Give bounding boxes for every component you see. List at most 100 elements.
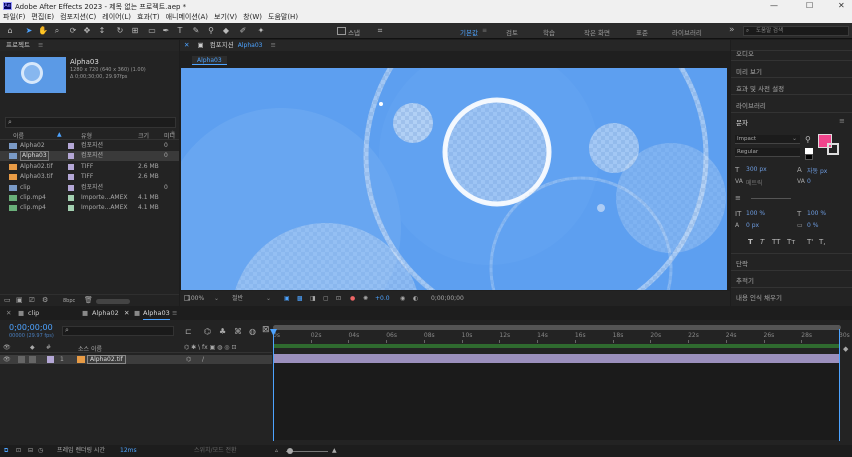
3d-view-icon[interactable]: ⊡ xyxy=(336,291,341,306)
preview-panel-tab[interactable]: 미리 보기 xyxy=(736,66,762,76)
all-caps-button[interactable]: TT xyxy=(772,238,780,246)
baseline-value[interactable]: 0 px xyxy=(746,222,759,229)
leading-value[interactable]: 자동 px xyxy=(807,166,827,175)
comp-timecode[interactable]: 0;00;00;00 xyxy=(431,291,464,306)
channel-icon[interactable]: ● xyxy=(350,291,355,306)
font-family-select[interactable]: Impact xyxy=(735,135,800,144)
vertical-scale-value[interactable]: 100 % xyxy=(746,210,765,217)
layer-duration-bar[interactable] xyxy=(273,354,839,363)
layer-switches-icon[interactable]: ⧉ xyxy=(4,445,8,457)
timeline-tab-alpha03[interactable]: Alpha03 xyxy=(143,308,170,320)
project-list-item[interactable]: clip.mp4 Importe...AMEX 4.1 MB xyxy=(0,193,179,203)
workspaces-overflow-icon[interactable]: » xyxy=(729,25,735,35)
layer-lock-toggle[interactable] xyxy=(29,356,36,363)
comp-viewer[interactable] xyxy=(181,68,727,290)
pan-behind-icon[interactable]: ⊞ xyxy=(130,26,140,36)
project-item-name[interactable]: clip xyxy=(20,183,30,193)
ruler-end-icon[interactable]: ◆ xyxy=(843,345,848,353)
time-ruler[interactable]: 0s 02s 04s 06s 08s 10s 12s 14s 16s 18s 20s 22s 24s 26… xyxy=(273,332,850,343)
menu-layer[interactable]: 레이어(L) xyxy=(102,12,131,23)
project-list-item[interactable]: clip.mp4 Importe...AMEX 4.1 MB xyxy=(0,203,179,213)
interpret-footage-icon[interactable]: ▭ xyxy=(4,296,11,304)
eyedropper-icon[interactable]: ⚲ xyxy=(805,135,811,144)
zoom-out-icon[interactable]: ▵ xyxy=(275,445,278,457)
project-item-name[interactable]: clip.mp4 xyxy=(20,193,46,203)
libraries-panel-tab[interactable]: 라이브러리 xyxy=(736,100,766,110)
transparency-grid-icon[interactable]: ▩ xyxy=(297,291,303,306)
col-size[interactable]: 크기 xyxy=(138,131,149,140)
delete-icon[interactable]: 🗑 xyxy=(84,296,93,304)
comp-panel-title[interactable]: 컴포지션 xyxy=(210,41,234,49)
project-list-item[interactable]: Alpha02 컴포지션 0 ⚛ xyxy=(0,130,179,151)
audio-panel-tab[interactable]: 오디오 xyxy=(736,48,754,58)
project-item-name[interactable]: Alpha02 xyxy=(20,141,45,151)
zoom-select[interactable]: 100% xyxy=(187,291,204,306)
type-tool-icon[interactable]: T xyxy=(175,26,185,36)
render-time-icon[interactable]: ◷ xyxy=(38,445,43,457)
project-list-item[interactable]: clip 컴포지션 0 xyxy=(0,183,179,193)
workspace-default[interactable]: 기본값 xyxy=(460,27,478,37)
menu-help[interactable]: 도움말(H) xyxy=(268,12,298,23)
snapshot-icon[interactable]: ◉ xyxy=(400,291,405,306)
av-features-icon[interactable]: 👁 xyxy=(3,344,11,351)
resolution-select[interactable]: 절반 xyxy=(232,291,243,306)
workspace-learn[interactable]: 학습 xyxy=(543,27,555,37)
menu-view[interactable]: 보기(V) xyxy=(214,12,237,23)
help-search-input[interactable]: ⌕ 도움말 검색 xyxy=(743,26,849,36)
close-clip-tab-icon[interactable]: ✕ xyxy=(6,308,11,319)
work-area-end-marker[interactable] xyxy=(839,329,840,441)
character-panel-menu-icon[interactable]: ≡ xyxy=(839,117,845,125)
project-item-name[interactable]: Alpha03 xyxy=(20,151,49,162)
comp-mini-flowchart-icon[interactable]: ⊏ xyxy=(185,327,192,336)
clone-stamp-icon[interactable]: ⚲ xyxy=(206,26,216,36)
work-area-bar[interactable] xyxy=(273,325,841,330)
new-composition-icon[interactable]: ⎚ xyxy=(29,296,35,305)
project-item-label[interactable] xyxy=(68,184,74,191)
close-alpha03-tab-icon[interactable]: ✕ xyxy=(124,308,129,319)
kerning-value[interactable]: 메트릭 xyxy=(746,178,763,187)
timeline-search-input[interactable]: ⌕ xyxy=(62,326,174,336)
shy-layers-icon[interactable]: ♣ xyxy=(219,327,226,336)
tracker-panel-tab[interactable]: 추적기 xyxy=(736,275,754,285)
in-out-icon[interactable]: ⊟ xyxy=(28,445,33,457)
panel-menu-icon[interactable]: ≡ xyxy=(38,41,43,49)
color-management-icon[interactable]: ✺ xyxy=(363,291,368,306)
show-snapshot-icon[interactable]: ◐ xyxy=(413,291,418,306)
exposure-value[interactable]: +0.0 xyxy=(375,291,390,306)
comp-panel-menu-icon[interactable]: ≡ xyxy=(271,41,276,49)
project-item-name[interactable]: Alpha03.tif xyxy=(20,172,53,182)
superscript-button[interactable]: T' xyxy=(807,238,813,246)
timeline-zoom-handle[interactable] xyxy=(287,448,293,454)
roi-icon[interactable]: ▣ xyxy=(284,291,290,306)
maximize-button[interactable]: ☐ xyxy=(806,1,813,10)
graph-editor-icon[interactable]: ⊠ xyxy=(262,325,270,335)
selection-tool-icon[interactable]: ➤ xyxy=(24,26,34,36)
zoom-tool-icon[interactable]: ⌕ xyxy=(52,26,62,36)
character-panel-title[interactable]: 문자 xyxy=(736,117,748,127)
menu-file[interactable]: 파일(F) xyxy=(3,12,25,23)
project-item-label[interactable] xyxy=(68,205,74,212)
workspace-menu-icon[interactable]: ≡ xyxy=(482,27,487,34)
menu-window[interactable]: 창(W) xyxy=(243,12,262,23)
tracking-value[interactable]: 0 xyxy=(807,178,811,185)
frame-blending-icon[interactable]: ⌘ xyxy=(234,327,242,336)
layer-visibility-icon[interactable]: 👁 xyxy=(3,355,11,364)
layer-row[interactable]: 👁 1 Alpha02.tif ⌬ / xyxy=(0,355,272,364)
home-icon[interactable]: ⌂ xyxy=(5,26,15,36)
timeline-tab-clip[interactable]: clip xyxy=(28,308,39,319)
puppet-tool-icon[interactable]: ✦ xyxy=(256,26,266,36)
project-item-label[interactable] xyxy=(68,163,74,170)
project-item-label[interactable] xyxy=(68,153,74,160)
draft-3d-icon[interactable]: ⌬ xyxy=(204,327,211,336)
subscript-button[interactable]: T, xyxy=(819,238,826,246)
hand-tool-icon[interactable]: ✋ xyxy=(38,26,48,36)
project-list-item[interactable]: Alpha03.tif TIFF 2.6 MB xyxy=(0,172,179,182)
project-panel-title[interactable]: 프로젝트 xyxy=(6,41,30,49)
content-aware-fill-tab[interactable]: 내용 인식 채우기 xyxy=(736,292,782,302)
pan-tool-icon[interactable]: ✥ xyxy=(82,26,92,36)
layer-shy-switch-icon[interactable]: ⌬ xyxy=(186,355,191,364)
minimize-button[interactable]: — xyxy=(770,1,778,10)
snap-checkbox[interactable] xyxy=(337,27,346,35)
dolly-tool-icon[interactable]: ↕ xyxy=(97,26,107,36)
workspace-small-screen[interactable]: 작은 화면 xyxy=(584,27,610,37)
